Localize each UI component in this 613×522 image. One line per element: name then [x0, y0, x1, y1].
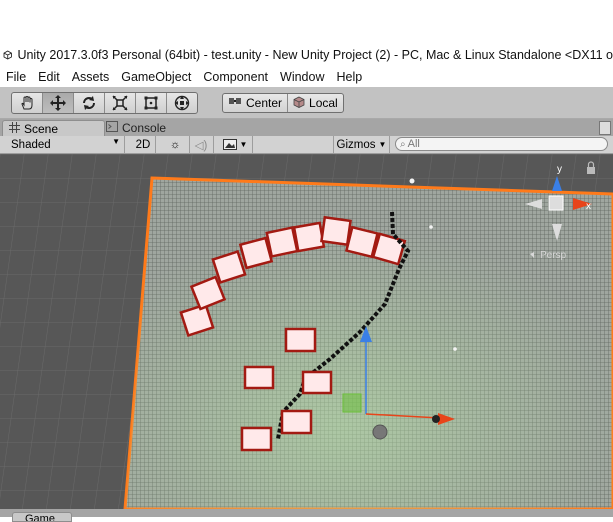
main-toolbar: Center Local: [0, 87, 613, 119]
local-cube-icon: [293, 96, 305, 111]
rect-tool-button[interactable]: [136, 93, 167, 113]
dropdown-arrow-icon: ▼: [239, 140, 248, 149]
window-title: Unity 2017.3.0f3 Personal (64bit) - test…: [17, 48, 613, 62]
move-tool-button[interactable]: [43, 93, 74, 113]
image-icon: [222, 139, 237, 150]
hand-icon: [21, 95, 33, 110]
menu-assets[interactable]: Assets: [66, 70, 116, 84]
scale-icon: [112, 95, 128, 111]
menu-file[interactable]: File: [0, 70, 32, 84]
transform-icon: [174, 95, 190, 111]
window-title-bar: Unity 2017.3.0f3 Personal (64bit) - test…: [0, 44, 613, 66]
audio-toggle[interactable]: ◁): [189, 136, 214, 153]
pivot-controls: Center Local: [222, 93, 344, 113]
gizmo-x-label: x: [586, 201, 591, 212]
pivot-rotation-button[interactable]: Local: [288, 94, 343, 112]
move-icon: [50, 95, 66, 111]
tab-scene-label: Scene: [24, 122, 59, 136]
tab-console-label: Console: [122, 121, 167, 135]
rotate-tool-button[interactable]: [74, 93, 105, 113]
scene-grid-icon: [9, 122, 20, 136]
pivot-mode-label: Center: [246, 96, 283, 110]
menu-window[interactable]: Window: [274, 70, 330, 84]
dropdown-arrow-icon: ▼: [112, 137, 120, 146]
search-icon: ⌕: [400, 138, 406, 150]
menu-help[interactable]: Help: [330, 70, 368, 84]
menu-component[interactable]: Component: [197, 70, 274, 84]
shading-mode-label: Shaded: [11, 138, 51, 151]
scene-canvas: y x Persp: [0, 154, 613, 509]
lighting-toggle[interactable]: ☼: [161, 136, 190, 153]
transform-tool-button[interactable]: [167, 93, 197, 113]
effects-dropdown[interactable]: ▼: [218, 136, 253, 153]
hierarchy-search-input[interactable]: ⌕ All: [395, 137, 608, 151]
unity-logo-icon: [3, 50, 12, 60]
hand-tool-button[interactable]: [12, 93, 43, 113]
light-marker: [429, 225, 433, 229]
grid-plane: [123, 176, 613, 509]
transform-tools: [11, 92, 198, 114]
speaker-icon: ◁): [194, 139, 208, 152]
scene-viewport[interactable]: y x Persp: [0, 154, 613, 509]
console-icon: [106, 121, 118, 135]
scene-options-bar: Shaded ▼ 2D ☼ ◁) ▼ Gizmos ▼ ⌕ All: [0, 136, 613, 154]
persp-label: Persp: [540, 250, 567, 261]
tab-console[interactable]: Console: [100, 120, 196, 136]
gizmos-dropdown[interactable]: Gizmos ▼: [333, 136, 390, 153]
gizmo-y-label: y: [557, 164, 562, 175]
rect-icon: [144, 96, 158, 110]
menu-bar: File Edit Assets GameObject Component Wi…: [0, 67, 613, 86]
rotate-icon: [83, 96, 95, 110]
tab-scene[interactable]: Scene: [2, 120, 105, 137]
pivot-mode-button[interactable]: Center: [223, 94, 289, 112]
toggle-2d-button[interactable]: 2D: [131, 136, 156, 153]
shading-mode-dropdown[interactable]: Shaded ▼: [0, 136, 125, 153]
scale-tool-button[interactable]: [105, 93, 136, 113]
pivot-center-icon: [228, 96, 242, 111]
tab-game[interactable]: Game: [12, 512, 72, 522]
bottom-tab-bar: Game: [0, 509, 613, 522]
light-marker: [453, 347, 457, 351]
menu-gameobject[interactable]: GameObject: [115, 70, 197, 84]
menu-edit[interactable]: Edit: [32, 70, 66, 84]
light-marker: [409, 178, 415, 184]
panel-menu-icon[interactable]: [599, 121, 611, 135]
gizmos-label: Gizmos: [336, 138, 376, 151]
dropdown-arrow-icon: ▼: [378, 140, 387, 149]
search-placeholder: All: [407, 138, 420, 150]
sun-icon: ☼: [169, 138, 181, 151]
pivot-rotation-label: Local: [309, 96, 338, 110]
scene-tab-bar: Scene Console: [0, 119, 613, 137]
